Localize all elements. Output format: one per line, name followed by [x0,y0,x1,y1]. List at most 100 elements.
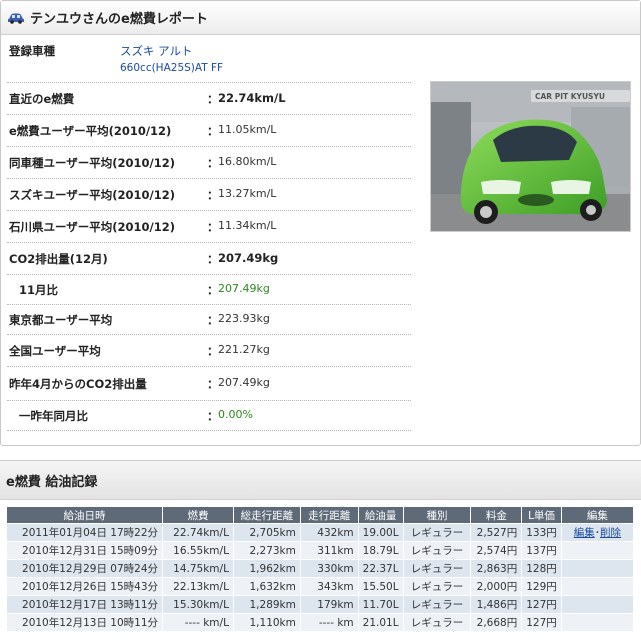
row-actions [560,577,635,596]
stat-label: 直近のe燃費 [9,92,75,106]
table-cell: 18.79L [357,541,404,560]
edit-link[interactable]: 編集 [574,527,595,539]
car-model-row: 登録車種 スズキ アルト 660cc(HA25S)AT FF [7,35,411,83]
table-cell: ---- km [299,613,359,632]
stat-label: 東京都ユーザー平均 [9,313,113,327]
table-cell: 179km [299,595,359,614]
table-cell: 2,000円 [470,577,523,596]
stat-row: 全国ユーザー平均 ： 221.27kg [7,335,411,367]
stat-colon: ： [207,409,219,423]
table-cell: 432km [299,523,359,542]
table-row: 2010年12月31日 15時09分 16.55km/L 2,273km 311km 1… [5,541,635,560]
shop-sign-text: CAR PIT KYUSYU [535,92,605,101]
car-icon [8,13,24,24]
table-cell: 2010年12月13日 10時11分 [5,613,164,632]
table-cell: 22.37L [357,559,404,578]
stat-value: 221.27kg [218,343,270,356]
table-cell: 127円 [521,595,562,614]
table-cell: 2,863円 [470,559,523,578]
stat-colon: ： [207,344,219,358]
table-cell: 2010年12月29日 07時24分 [5,559,164,578]
report-header: テンユウさんのe燃費レポート [1,1,640,35]
table-cell: 133円 [521,523,562,542]
row-actions: 編集･削除 [560,523,635,542]
column-header: 燃費 [162,506,234,524]
stat-colon: ： [207,156,219,170]
stat-label: CO2排出量(12月) [9,252,108,266]
stat-colon: ： [207,252,219,266]
table-cell: 129円 [521,577,562,596]
table-cell: 11.70L [357,595,404,614]
table-cell: 2,273km [232,541,301,560]
column-header: L単価 [521,506,562,524]
table-cell: 22.74km/L [162,523,234,542]
stats-list: 登録車種 スズキ アルト 660cc(HA25S)AT FF 直近のe燃費： 22… [7,35,411,431]
column-header: 料金 [470,506,523,524]
stat-label: e燃費ユーザー平均(2010/12) [9,124,172,138]
table-cell: 1,632km [232,577,301,596]
column-header: 編集 [560,506,635,524]
stat-row: スズキユーザー平均(2010/12) ： 13.27km/L [7,179,411,211]
table-cell: 2010年12月31日 15時09分 [5,541,164,560]
column-header: 種別 [402,506,472,524]
stat-value: 13.27km/L [218,187,277,200]
stat-value: 207.49kg [218,376,270,389]
table-row: 2010年12月29日 07時24分 14.75km/L 1,962km 330km 2… [5,559,635,578]
table-cell: 2010年12月17日 13時11分 [5,595,164,614]
table-cell: 15.30km/L [162,595,234,614]
stat-colon: ： [207,220,219,234]
table-cell: レギュラー [402,613,472,632]
table-row: 2011年01月04日 17時22分 22.74km/L 2,705km 432km 1… [5,523,635,542]
car-model-link[interactable]: スズキ アルト [120,43,193,59]
stat-row: 11月比 ： 207.49kg [7,275,411,305]
stat-label: 同車種ユーザー平均(2010/12) [9,156,175,170]
table-cell: 2,668円 [470,613,523,632]
stat-value: 207.49kg [218,251,279,265]
stat-colon: ： [207,188,219,202]
stat-row: 直近のe燃費 ： 22.74km/L [7,83,411,115]
car-label: 登録車種 [9,44,55,58]
row-actions [560,595,635,614]
fuel-record-table: 給油日時 燃費 総走行距離 走行距離 給油量 種別 料金 L単価 編集 2011年01月04日 … [5,506,635,632]
table-cell: 16.55km/L [162,541,234,560]
report-title: テンユウさんのe燃費レポート [30,12,208,27]
stat-value: 11.34km/L [218,219,277,232]
car-spec-link[interactable]: 660cc(HA25S)AT FF [120,62,223,74]
column-header: 走行距離 [299,506,359,524]
table-cell: 343km [299,577,359,596]
table-cell: 127円 [521,613,562,632]
stat-label: 昨年4月からのCO2排出量 [9,377,147,391]
stat-row: e燃費ユーザー平均(2010/12) ： 11.05km/L [7,115,411,147]
table-cell: 2010年12月26日 15時43分 [5,577,164,596]
table-cell: 1,486円 [470,595,523,614]
stat-label: 全国ユーザー平均 [9,344,101,358]
stat-value: 11.05km/L [218,123,277,136]
table-cell: 15.50L [357,577,404,596]
delete-link[interactable]: 削除 [600,527,621,539]
stat-colon: ： [207,313,219,327]
stat-row: 石川県ユーザー平均(2010/12) ： 11.34km/L [7,211,411,243]
car-photo: CAR PIT KYUSYU [430,81,631,232]
stat-value: 207.49kg [218,282,270,295]
stat-row: 一昨年同月比 ： 0.00% [7,401,411,431]
fuel-record-title: e燃費 給油記録 [6,474,98,490]
table-cell: 2011年01月04日 17時22分 [5,523,164,542]
table-row: 2010年12月26日 15時43分 22.13km/L 1,632km 343km 1… [5,577,635,596]
table-row: 2010年12月17日 13時11分 15.30km/L 1,289km 179km 1… [5,595,635,614]
stat-label: 一昨年同月比 [19,409,88,423]
table-cell: 19.00L [357,523,404,542]
table-cell: ---- km/L [162,613,234,632]
stat-value: 0.00% [218,408,253,421]
stat-value: 223.93kg [218,312,270,325]
table-cell: 21.01L [357,613,404,632]
stat-value: 22.74km/L [218,91,286,105]
table-cell: 14.75km/L [162,559,234,578]
column-header: 給油量 [357,506,404,524]
table-cell: レギュラー [402,577,472,596]
stat-row: CO2排出量(12月) ： 207.49kg [7,243,411,275]
table-cell: 2,574円 [470,541,523,560]
stat-label: 石川県ユーザー平均(2010/12) [9,220,175,234]
stat-value: 16.80km/L [218,155,277,168]
column-header: 総走行距離 [232,506,301,524]
table-cell: レギュラー [402,541,472,560]
